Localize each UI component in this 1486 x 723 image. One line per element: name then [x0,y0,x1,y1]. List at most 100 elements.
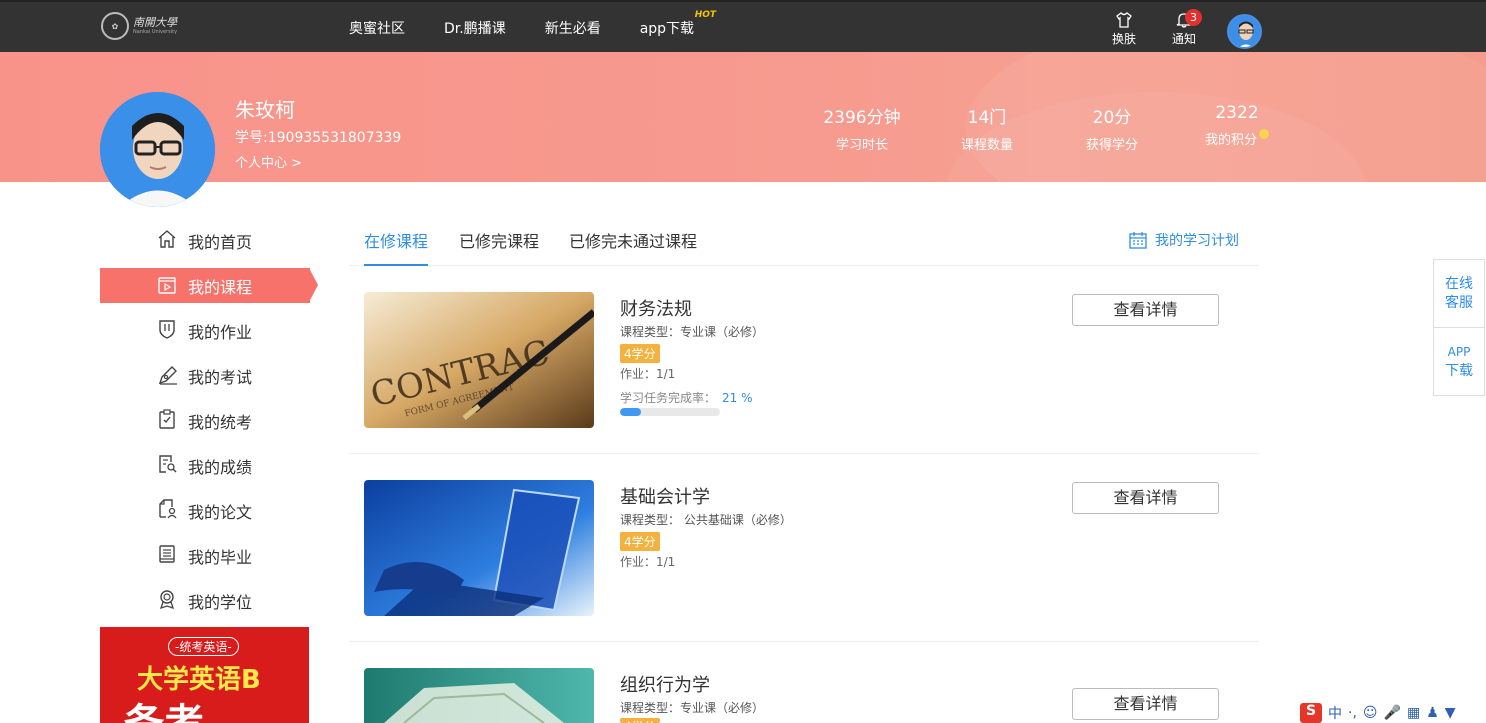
online-service-button[interactable]: 在线客服 [1434,260,1484,328]
completion-rate-value: 21 % [722,391,753,405]
stat-label: 课程数量 [960,138,1013,153]
course-title[interactable]: 财务法规 [620,295,692,321]
tab-failed[interactable]: 已修完未通过课程 [569,228,697,264]
course-type: 课程类型：专业课（必修） [620,701,765,715]
floating-side-panel: 在线客服 APP 下载 [1433,259,1485,396]
course-tabs: 在修课程 已修完课程 已修完未通过课程 我的学习计划 [349,218,1259,266]
stat-study-time: 2396分钟 学习时长 [807,103,917,153]
course-card: 组织行为学 课程类型：专业课（必修） 4学分 查看详情 [349,642,1259,723]
contract-image-icon: CONTRACFORM OF AGREEMENT [364,292,594,428]
hot-badge: HOT [694,10,717,20]
sidebar-item-label: 我的首页 [188,232,253,252]
user-icon[interactable]: ♟ [1426,705,1439,721]
stat-value: 2396分钟 [823,108,901,128]
course-card: CONTRAC FORM OF AGREEMENT 财务法规 课程类型：专业课（必… [349,266,1259,454]
top-navbar: ✿ 南開大學 Nankai University 奥蜜社区 Dr.鹏播课 新生必… [0,0,1486,52]
logo-en-text: Nankai University [133,29,178,35]
sidebar-item-graduation[interactable]: 我的毕业 [100,533,310,578]
progress-bar [620,408,720,416]
punctuation-icon[interactable]: ·, [1348,705,1357,721]
personal-center-link[interactable]: 个人中心 > [235,152,302,171]
app-download-line1: APP [1447,345,1471,359]
homework-count: 作业：1/1 [620,555,676,569]
nav-app-label: app下载 [639,21,695,37]
sidebar-item-thesis[interactable]: 我的论文 [100,488,310,533]
shirt-icon [1116,12,1132,28]
sidebar-item-unified-exam[interactable]: 我的统考 [100,398,310,443]
sidebar-item-home[interactable]: 我的首页 [100,218,310,263]
skin-label: 换肤 [1111,32,1136,46]
books-image-icon [364,668,594,723]
university-seal-icon: ✿ [101,12,129,40]
nav-freshman[interactable]: 新生必看 [545,18,601,38]
stat-label: 我的积分 [1204,133,1257,148]
sidebar-item-degree[interactable]: 我的学位 [100,578,310,623]
course-type: 课程类型： 公共基础课（必修） [620,513,792,527]
emoji-icon[interactable]: ☺ [1363,705,1378,721]
tab-completed[interactable]: 已修完课程 [459,228,539,264]
notice-button[interactable]: 通知 3 [1167,9,1202,47]
completion-rate: 学习任务完成率： 21 % [620,389,753,406]
nav-dr-course[interactable]: Dr.鹏播课 [444,18,506,38]
nav-community[interactable]: 奥蜜社区 [349,18,405,38]
stat-credits: 20分 获得学分 [1057,103,1167,153]
sidebar-item-homework[interactable]: 我的作业 [100,308,310,353]
sidebar-item-exam[interactable]: 我的考试 [100,353,310,398]
shield-icon [159,320,175,339]
pen-icon [158,366,177,385]
ime-language-toggle[interactable]: 中 [1328,703,1342,723]
study-plan-link[interactable]: 我的学习计划 [1129,230,1239,250]
view-details-button[interactable]: 查看详情 [1072,688,1219,720]
view-details-button[interactable]: 查看详情 [1072,294,1219,326]
course-type: 课程类型：专业课（必修） [620,325,765,339]
student-id: 学号:190935531807339 [235,130,402,146]
course-title[interactable]: 基础会计学 [620,483,710,509]
keyboard-icon[interactable]: ▦ [1407,705,1420,721]
homework-count: 作业：1/1 [620,367,676,381]
sidebar-item-label: 我的毕业 [188,547,253,567]
progress-bar-fill [620,408,641,416]
logo-cn-text: 南開大學 [133,16,177,29]
stat-value: 20分 [1092,108,1132,128]
completion-rate-label: 学习任务完成率： [620,391,717,405]
top-avatar[interactable] [1227,14,1262,49]
course-thumbnail[interactable]: CONTRAC FORM OF AGREEMENT [364,292,594,428]
stat-label: 学习时长 [835,138,888,153]
tab-in-progress[interactable]: 在修课程 [364,228,429,266]
search-doc-icon [159,455,177,473]
home-icon [158,230,176,248]
stat-label: 获得学分 [1085,138,1138,153]
shirt-skin-icon[interactable]: ▼ [1445,705,1456,721]
app-download-button[interactable]: APP 下载 [1434,328,1484,396]
promo-big-text: 备考 [124,691,204,723]
nankai-logo[interactable]: ✿ 南開大學 Nankai University [101,12,177,40]
sidebar-item-label: 我的统考 [188,412,253,432]
sidebar-item-label: 我的考试 [188,367,253,387]
course-thumbnail[interactable] [364,668,594,723]
laptop-image-icon [364,480,594,616]
course-thumbnail[interactable] [364,480,594,616]
skin-button[interactable]: 换肤 [1107,12,1141,47]
mic-icon[interactable]: 🎤 [1384,705,1401,721]
profile-photo-icon [100,92,215,207]
study-plan-label: 我的学习计划 [1155,233,1239,249]
sidebar-item-label: 我的论文 [188,502,253,522]
user-name: 朱玫柯 [235,98,295,122]
view-details-button[interactable]: 查看详情 [1072,482,1219,514]
course-title[interactable]: 组织行为学 [620,671,710,697]
paper-icon [159,499,177,519]
sidebar-item-label: 我的作业 [188,322,253,342]
ime-toolbar: S 中 ·, ☺ 🎤 ▦ ♟ ▼ [1300,703,1486,723]
credit-badge: 4学分 [620,718,660,723]
profile-avatar[interactable] [100,92,215,207]
stat-points[interactable]: 2322 我的积分 [1182,103,1292,148]
sogou-ime-icon[interactable]: S [1300,703,1322,723]
credit-badge: 4学分 [620,532,660,551]
sidebar-item-courses[interactable]: 我的课程 [100,268,318,303]
nav-app-download[interactable]: app下载 HOT [639,10,716,38]
sidebar-item-grades[interactable]: 我的成绩 [100,443,310,488]
english-exam-promo-banner[interactable]: -统考英语- 大学英语B 备考 [100,627,309,723]
app-download-line2: 下载 [1445,363,1473,379]
calendar-icon [1129,232,1147,249]
stat-value: 2322 [1215,103,1259,123]
